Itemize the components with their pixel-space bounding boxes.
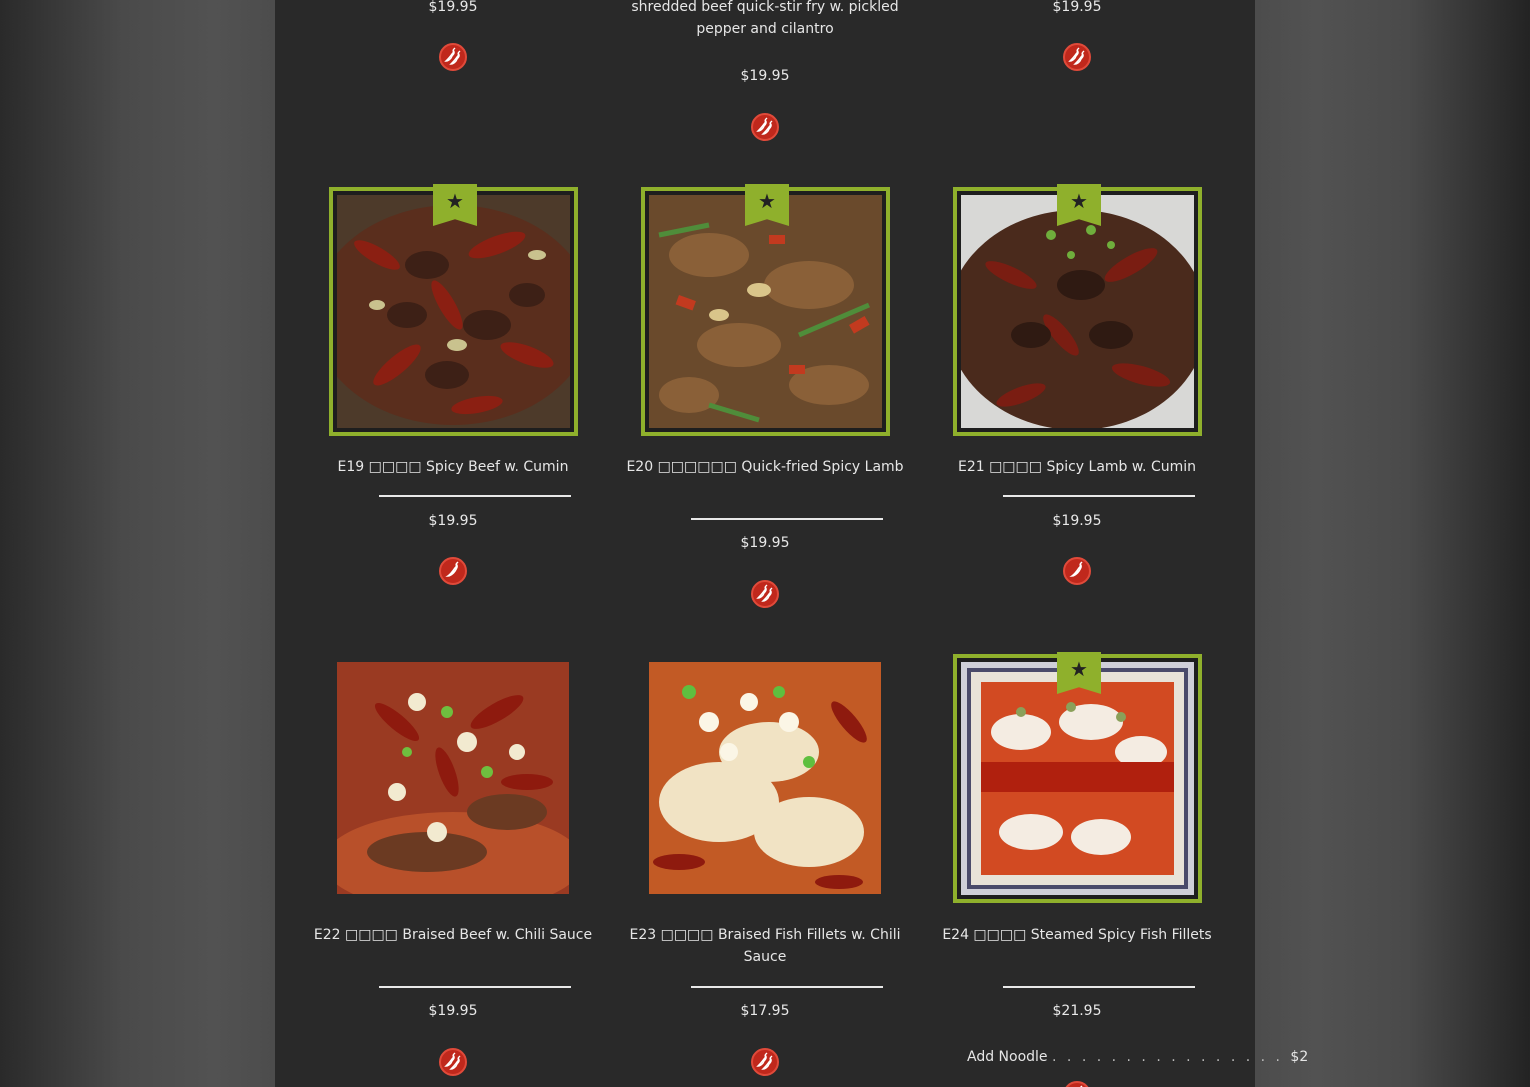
addon-option: Add Noodle . . . . . . . . . . . . . . .… [967,1049,1308,1065]
item-name: E21 □□□□ Spicy Lamb w. Cumin [957,459,1197,475]
item-photo [337,662,569,894]
item-price: $21.95 [1052,1003,1102,1019]
menu-item-e23[interactable]: E23 □□□□ Braised Fish Fillets w. Chili S… [609,652,921,1087]
menu-item-e19[interactable]: ★ E19 □□□□ Spicy Beef w. Cumin $19.95 [297,184,609,604]
chili-pepper-icon [439,557,467,585]
divider [1003,495,1195,497]
item-photo-frame [329,187,578,436]
item-photo [961,195,1194,428]
item-name: E20 □□□□□□ Quick-fried Spicy Lamb [626,459,904,475]
item-price: $19.95 [740,68,790,84]
item-name: E24 □□□□ Steamed Spicy Fish Fillets [942,927,1212,943]
item-price: $19.95 [740,535,790,551]
divider [691,986,883,988]
addon-label: Add Noodle [967,1049,1048,1065]
item-photo-frame [953,654,1202,903]
divider [379,495,571,497]
double-chili-pepper-icon [751,1048,779,1076]
item-photo [649,662,881,894]
divider [1003,986,1195,988]
menu-item-e21[interactable]: ★ E21 □□□□ Spicy Lamb w. Cumin $19.95 [921,184,1233,604]
divider [691,518,883,520]
double-chili-pepper-icon [751,580,779,608]
item-price: $17.95 [740,1003,790,1019]
chili-pepper-icon [1063,557,1091,585]
item-photo [649,195,882,428]
divider [379,986,571,988]
menu-item-e22[interactable]: E22 □□□□ Braised Beef w. Chili Sauce $19… [297,652,609,1087]
menu-panel: $19.95 shredded beef quick-stir fry w. p… [275,0,1308,1087]
item-description: shredded beef quick-stir fry w. pickled … [631,0,899,37]
addon-leader-dots: . . . . . . . . . . . . . . . . [1052,1049,1291,1065]
menu-item-e20[interactable]: ★ E20 □□□□□□ Quick-fried Spicy Lamb $19.… [609,184,921,614]
addon-price: $2 [1290,1049,1309,1065]
item-price: $19.95 [428,0,478,15]
item-photo-frame [953,187,1202,436]
menu-item-e24[interactable]: ★ E24 □□□□ Steamed Spicy Fish Fillets $2… [921,652,1308,1087]
item-photo [337,195,570,428]
chili-pepper-icon [1063,1081,1091,1087]
item-name: E23 □□□□ Braised Fish Fillets w. Chili S… [629,927,901,965]
item-name: E19 □□□□ Spicy Beef w. Cumin [337,459,569,475]
item-price: $19.95 [428,1003,478,1019]
item-photo [961,662,1194,895]
item-price: $19.95 [1052,513,1102,529]
double-chili-pepper-icon [439,43,467,71]
double-chili-pepper-icon [751,113,779,141]
item-price: $19.95 [428,513,478,529]
item-price: $19.95 [1052,0,1102,15]
item-photo-frame [641,187,890,436]
item-name: E22 □□□□ Braised Beef w. Chili Sauce [313,927,593,943]
double-chili-pepper-icon [1063,43,1091,71]
double-chili-pepper-icon [439,1048,467,1076]
